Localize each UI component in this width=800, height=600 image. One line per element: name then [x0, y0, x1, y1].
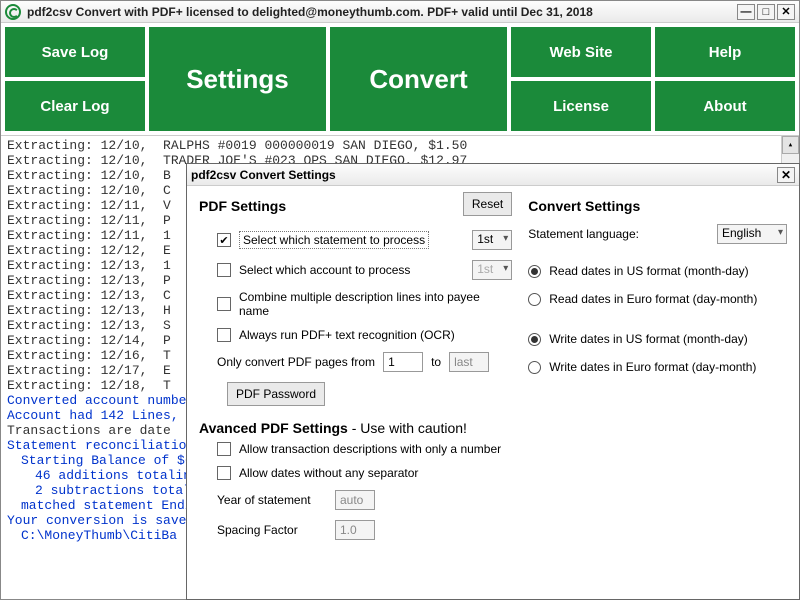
allow-no-separator-checkbox[interactable]: [217, 466, 231, 480]
year-input[interactable]: [335, 490, 375, 510]
spacing-input[interactable]: [335, 520, 375, 540]
write-eu-radio[interactable]: [528, 361, 541, 374]
statement-language-dropdown[interactable]: English: [717, 224, 787, 244]
close-button[interactable]: ✕: [777, 4, 795, 20]
read-eu-label: Read dates in Euro format (day-month): [549, 292, 757, 306]
dialog-title: pdf2csv Convert Settings: [191, 168, 777, 182]
titlebar-text: pdf2csv Convert with PDF+ licensed to de…: [27, 5, 737, 19]
dialog-close-button[interactable]: ✕: [777, 167, 795, 183]
help-button[interactable]: Help: [655, 27, 795, 77]
ocr-label: Always run PDF+ text recognition (OCR): [239, 328, 455, 342]
log-line: Extracting: 12/10, RALPHS #0019 00000001…: [7, 138, 797, 153]
year-label: Year of statement: [217, 493, 327, 507]
web-site-button[interactable]: Web Site: [511, 27, 651, 77]
maximize-button[interactable]: □: [757, 4, 775, 20]
statement-language-label: Statement language:: [528, 227, 639, 241]
save-log-button[interactable]: Save Log: [5, 27, 145, 77]
select-account-checkbox[interactable]: [217, 263, 231, 277]
combine-lines-label: Combine multiple description lines into …: [239, 290, 512, 318]
read-eu-radio[interactable]: [528, 293, 541, 306]
minimize-button[interactable]: —: [737, 4, 755, 20]
allow-number-desc-checkbox[interactable]: [217, 442, 231, 456]
select-account-dropdown[interactable]: 1st: [472, 260, 512, 280]
reset-button[interactable]: Reset: [463, 192, 512, 216]
settings-button[interactable]: Settings: [149, 27, 326, 131]
read-us-radio[interactable]: [528, 265, 541, 278]
ocr-checkbox[interactable]: [217, 328, 231, 342]
select-statement-dropdown[interactable]: 1st: [472, 230, 512, 250]
combine-lines-checkbox[interactable]: [217, 297, 231, 311]
allow-no-separator-label: Allow dates without any separator: [239, 466, 418, 480]
pages-to-label: to: [431, 355, 441, 369]
clear-log-button[interactable]: Clear Log: [5, 81, 145, 131]
pages-to-input[interactable]: [449, 352, 489, 372]
toolbar: Save Log Clear Log Settings Convert Web …: [1, 23, 799, 135]
convert-settings-heading: Convert Settings: [528, 198, 787, 214]
pages-from-label: Only convert PDF pages from: [217, 355, 375, 369]
about-button[interactable]: About: [655, 81, 795, 131]
license-button[interactable]: License: [511, 81, 651, 131]
scroll-up-icon[interactable]: ▴: [782, 136, 799, 154]
spacing-label: Spacing Factor: [217, 523, 327, 537]
select-statement-checkbox[interactable]: [217, 233, 231, 247]
pdf-password-button[interactable]: PDF Password: [227, 382, 325, 406]
write-us-radio[interactable]: [528, 333, 541, 346]
select-statement-label: Select which statement to process: [239, 231, 429, 249]
pdf-settings-heading: PDF Settings: [199, 198, 286, 214]
read-us-label: Read dates in US format (month-day): [549, 264, 748, 278]
dialog-titlebar: pdf2csv Convert Settings ✕: [187, 164, 799, 186]
convert-button[interactable]: Convert: [330, 27, 507, 131]
app-icon: [5, 4, 21, 20]
select-account-label: Select which account to process: [239, 263, 410, 277]
write-us-label: Write dates in US format (month-day): [549, 332, 748, 346]
settings-dialog: pdf2csv Convert Settings ✕ PDF Settings …: [186, 163, 800, 600]
main-titlebar: pdf2csv Convert with PDF+ licensed to de…: [1, 1, 799, 23]
allow-number-desc-label: Allow transaction descriptions with only…: [239, 442, 501, 456]
write-eu-label: Write dates in Euro format (day-month): [549, 360, 756, 374]
pages-from-input[interactable]: [383, 352, 423, 372]
advanced-settings-heading: Avanced PDF Settings - Use with caution!: [199, 420, 512, 436]
